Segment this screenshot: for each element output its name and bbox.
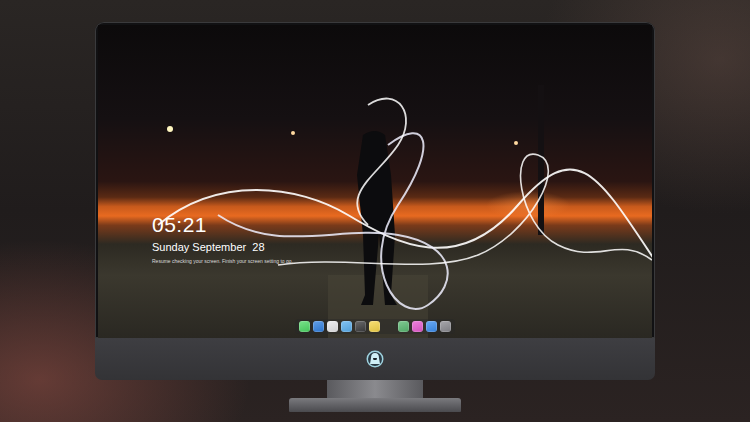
dock-app-icon[interactable]	[313, 321, 324, 332]
lock-hint: Resume checking your screen. Finish your…	[152, 258, 293, 265]
monitor-stand-base	[289, 398, 461, 412]
wallpaper-photo	[98, 25, 652, 338]
dock	[295, 319, 455, 334]
hooded-figure-logo-icon	[366, 350, 384, 368]
monitor-stand-neck	[327, 380, 423, 398]
dock-separator	[383, 321, 395, 332]
dock-app-icon[interactable]	[341, 321, 352, 332]
dock-app-icon[interactable]	[299, 321, 310, 332]
dock-app-icon[interactable]	[369, 321, 380, 332]
monitor: 05:21 Sunday September 28 Resume checking …	[95, 22, 655, 412]
dock-app-icon[interactable]	[412, 321, 423, 332]
lock-screen-info: 05:21 Sunday September 28 Resume checking …	[152, 213, 293, 265]
monitor-chin	[95, 338, 655, 380]
clock-time: 05:21	[152, 213, 293, 237]
clock-date: Sunday September 28	[152, 241, 293, 254]
lock-screen[interactable]: 05:21 Sunday September 28 Resume checking …	[98, 25, 652, 338]
dock-app-icon[interactable]	[327, 321, 338, 332]
dock-app-icon[interactable]	[440, 321, 451, 332]
dock-app-icon[interactable]	[398, 321, 409, 332]
dock-app-icon[interactable]	[426, 321, 437, 332]
dock-app-icon[interactable]	[355, 321, 366, 332]
monitor-bezel: 05:21 Sunday September 28 Resume checking …	[95, 22, 655, 338]
